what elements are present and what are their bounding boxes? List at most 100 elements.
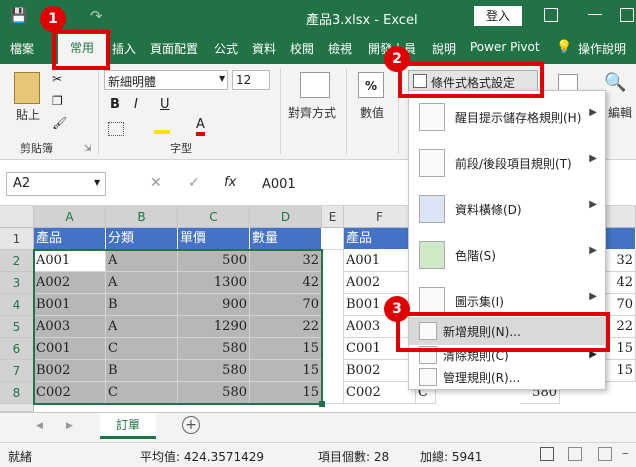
minimize-icon[interactable]	[588, 14, 602, 15]
table-cell[interactable]: 32	[606, 250, 636, 272]
tab-page-layout[interactable]: 頁面配置	[150, 40, 198, 57]
column-header-c[interactable]: C	[178, 206, 250, 228]
enter-icon[interactable]: ✓	[188, 175, 200, 191]
menu-item-highlight-rules[interactable]: 醒目提示儲存格規則(H) ▶	[409, 95, 605, 139]
menu-item-color-scales[interactable]: 色階(S) ▶	[409, 233, 605, 277]
insert-function-button[interactable]: fx	[224, 175, 236, 190]
formula-input[interactable]: A001	[262, 177, 296, 192]
menu-item-label: 管理規則(R)...	[443, 371, 521, 385]
menu-item-top-bottom-rules[interactable]: 前段/後段項目規則(T) ▶	[409, 141, 605, 185]
clipboard-icon[interactable]	[14, 72, 40, 104]
row-header-8[interactable]: 8	[0, 382, 34, 404]
manage-rules-icon	[419, 368, 437, 386]
select-all-corner[interactable]	[0, 206, 34, 228]
cell-empty[interactable]	[322, 250, 344, 404]
save-icon[interactable]: 💾	[10, 8, 27, 24]
normal-view-icon[interactable]	[540, 447, 554, 461]
table-cell[interactable]: 42	[606, 272, 636, 294]
row-header-5[interactable]: 5	[0, 316, 34, 338]
font-size-box[interactable]: 12	[232, 70, 270, 90]
chevron-down-icon[interactable]: ▼	[94, 178, 100, 187]
lightbulb-icon[interactable]: 💡	[556, 40, 572, 55]
alignment-icon[interactable]	[300, 72, 330, 98]
tab-review[interactable]: 校閱	[290, 40, 314, 57]
table-cell[interactable]: B002	[344, 360, 416, 382]
cancel-icon[interactable]: ✕	[150, 175, 162, 191]
tab-power-pivot[interactable]: Power Pivot	[470, 40, 540, 54]
login-button[interactable]: 登入	[474, 6, 522, 26]
paste-button[interactable]: 貼上	[16, 106, 40, 123]
tab-formulas[interactable]: 公式	[214, 40, 238, 57]
alignment-button[interactable]: 對齊方式	[288, 104, 336, 121]
row-header-6[interactable]: 6	[0, 338, 34, 360]
step-badge-2: 2	[384, 46, 410, 72]
tell-me-search[interactable]: 操作說明	[578, 40, 626, 57]
table-cell[interactable]: 70	[606, 294, 636, 316]
redo-icon[interactable]: ↷	[90, 7, 103, 25]
table-header[interactable]: 數量	[250, 228, 322, 250]
zoom-out-icon[interactable]: –	[622, 446, 629, 461]
table-header[interactable]: 單價	[178, 228, 250, 250]
underline-button[interactable]: U	[160, 97, 170, 112]
page-break-view-icon[interactable]	[598, 447, 612, 461]
table-cell[interactable]: 15	[606, 360, 636, 382]
row-header-4[interactable]: 4	[0, 294, 34, 316]
bold-button[interactable]: B	[110, 97, 120, 112]
table-cell[interactable]: C002	[344, 382, 416, 404]
table-header[interactable]: 分類	[106, 228, 178, 250]
font-color-icon[interactable]: A	[196, 118, 205, 136]
sheet-tab-orders[interactable]: 訂單	[100, 413, 156, 439]
data-bars-icon	[419, 195, 445, 223]
tab-insert[interactable]: 插入	[112, 40, 136, 57]
row-header-3[interactable]: 3	[0, 272, 34, 294]
add-sheet-button[interactable]: +	[182, 416, 200, 434]
column-header-b[interactable]: B	[106, 206, 178, 228]
separator	[98, 68, 99, 154]
column-header-e[interactable]: E	[322, 206, 344, 228]
ribbon-display-icon[interactable]	[544, 8, 558, 22]
number-button[interactable]: 數值	[360, 104, 384, 121]
menu-item-label: 資料橫條(D)	[455, 203, 522, 217]
font-name-box[interactable]: 新細明體	[104, 70, 228, 90]
table-cell[interactable]: A002	[344, 272, 416, 294]
column-header-f[interactable]: F	[344, 206, 416, 228]
fill-color-icon[interactable]	[154, 120, 170, 134]
separator	[280, 68, 281, 154]
cell-empty[interactable]	[322, 228, 344, 250]
editing-search-icon[interactable]: 🔍	[604, 72, 626, 93]
menu-item-data-bars[interactable]: 資料橫條(D) ▶	[409, 187, 605, 231]
row-header-7[interactable]: 7	[0, 360, 34, 382]
chevron-down-icon[interactable]: ▼	[219, 74, 225, 83]
cut-icon[interactable]: ✂	[52, 72, 62, 86]
format-painter-icon[interactable]: 🖌	[52, 116, 67, 130]
page-layout-view-icon[interactable]	[568, 447, 582, 461]
border-icon[interactable]	[108, 122, 124, 136]
menu-item-label: 醒目提示儲存格規則(H)	[455, 111, 582, 125]
table-cell[interactable]: 22	[606, 316, 636, 338]
table-cell[interactable]: A001	[344, 250, 416, 272]
fill-handle[interactable]	[319, 401, 325, 407]
table-header[interactable]: 產品	[344, 228, 416, 250]
row-header-2[interactable]: 2	[0, 250, 34, 272]
row-header-9[interactable]	[0, 404, 34, 412]
name-box[interactable]: A2	[6, 172, 106, 196]
edit-button[interactable]: 編輯	[608, 104, 632, 121]
tab-help[interactable]: 說明	[432, 40, 456, 57]
dialog-launcher-icon[interactable]: ⇲	[84, 144, 92, 154]
column-header-d[interactable]: D	[250, 206, 322, 228]
tab-view[interactable]: 檢視	[328, 40, 352, 57]
number-format-icon[interactable]: %	[358, 72, 384, 98]
next-sheet-icon[interactable]: ▶	[66, 421, 73, 431]
column-header-a[interactable]: A	[34, 206, 106, 228]
copy-icon[interactable]: ❐	[52, 94, 63, 108]
table-cell[interactable]: 15	[606, 338, 636, 360]
italic-button[interactable]: I	[134, 97, 138, 112]
tab-data[interactable]: 資料	[252, 40, 276, 57]
menu-item-manage-rules[interactable]: 管理規則(R)...	[409, 363, 605, 391]
prev-sheet-icon[interactable]: ◀	[36, 421, 43, 431]
step-badge-1: 1	[40, 6, 66, 32]
table-header[interactable]: 產品	[34, 228, 106, 250]
row-header-1[interactable]: 1	[0, 228, 34, 250]
tab-file[interactable]: 檔案	[10, 40, 34, 57]
maximize-icon[interactable]	[620, 8, 634, 22]
